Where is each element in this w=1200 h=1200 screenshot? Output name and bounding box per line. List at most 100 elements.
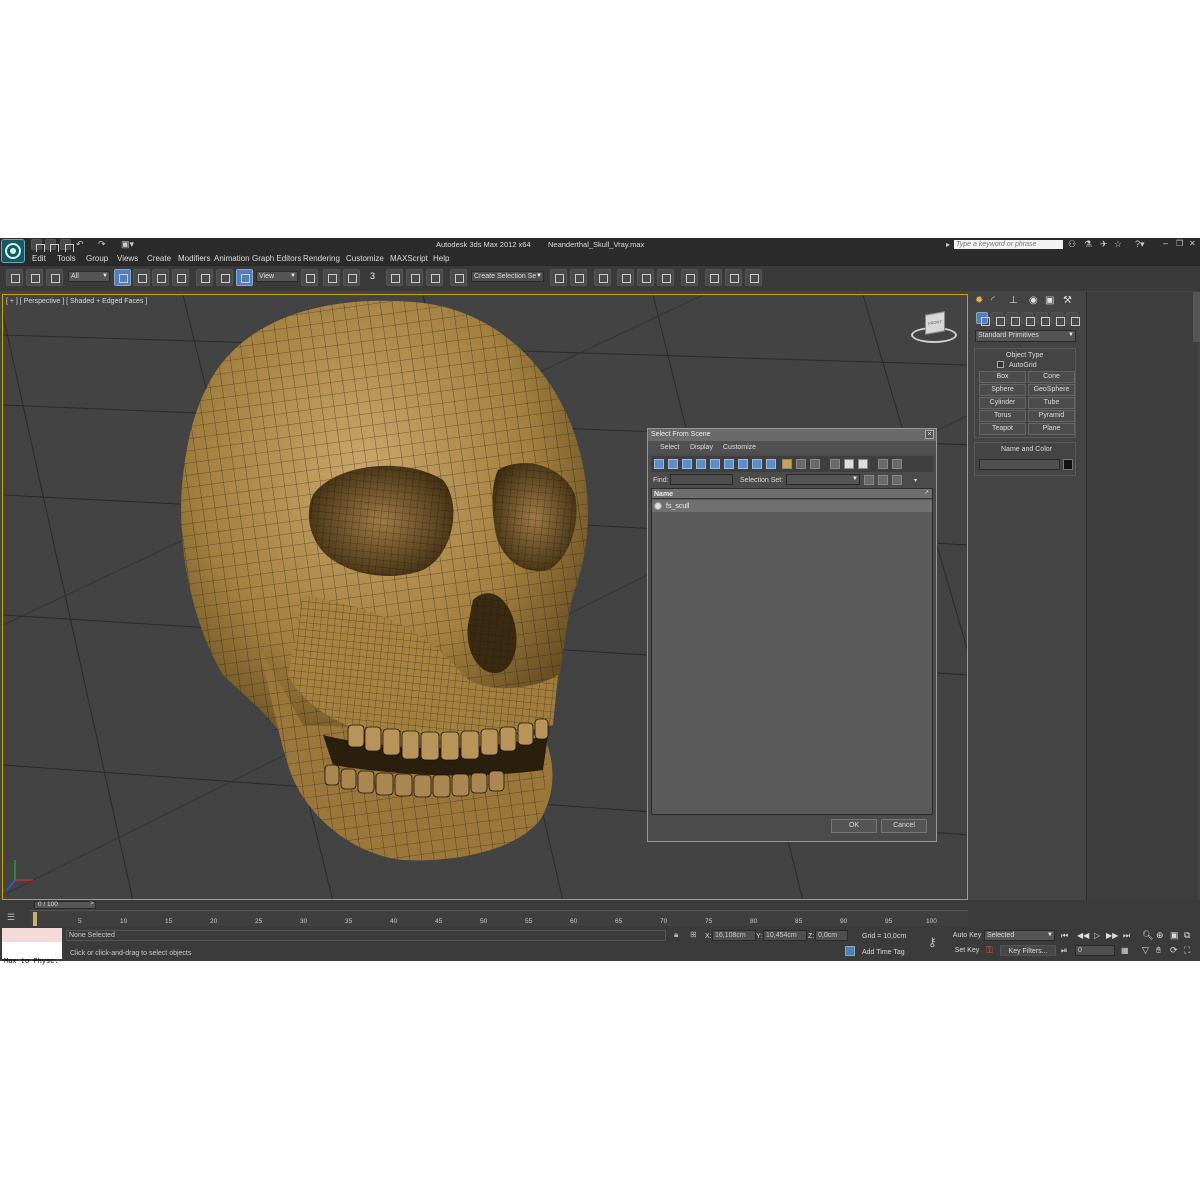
rendered-frame-window-icon[interactable] (725, 269, 742, 286)
torus-button[interactable]: Torus (979, 410, 1026, 422)
panel-scrollbar[interactable] (1193, 292, 1200, 342)
lights-icon[interactable] (1006, 312, 1020, 326)
space-warps-icon[interactable] (1051, 312, 1065, 326)
create-tab-icon[interactable]: ✹ (975, 296, 983, 306)
mini-curve-editor-icon[interactable]: ☰ (7, 913, 15, 922)
object-name-field[interactable] (979, 459, 1060, 470)
select-none-icon[interactable] (844, 459, 854, 469)
help-icon[interactable]: ?▾ (1135, 240, 1145, 249)
find-input[interactable] (670, 474, 733, 485)
tube-button[interactable]: Tube (1028, 397, 1075, 409)
selection-lock-icon[interactable]: 🔒︎ (674, 931, 678, 939)
menu-views[interactable]: Views (117, 255, 138, 263)
keyboard-shortcut-icon[interactable] (343, 269, 360, 286)
material-editor-icon[interactable] (681, 269, 698, 286)
category-dropdown[interactable]: Standard Primitives (975, 330, 1076, 342)
communication-icon[interactable]: ✈ (1100, 240, 1108, 249)
current-frame-marker[interactable] (33, 912, 37, 926)
selection-filter-dropdown[interactable]: All (68, 271, 110, 282)
select-invert-icon[interactable] (858, 459, 868, 469)
rectangular-region-icon[interactable] (152, 269, 169, 286)
filter-icon[interactable] (878, 459, 888, 469)
undo-icon[interactable]: ↶ (76, 240, 84, 249)
reference-coord-dropdown[interactable]: View (256, 271, 298, 282)
display-none-icon[interactable] (796, 459, 806, 469)
subscription-icon[interactable]: ⚗ (1084, 240, 1092, 249)
go-to-start-icon[interactable]: ⏮ (1061, 932, 1068, 940)
menu-graph-editors[interactable]: Graph Editors (252, 255, 301, 263)
link-icon[interactable] (6, 269, 23, 286)
display-invert-icon[interactable] (810, 459, 820, 469)
display-geometry-icon[interactable] (654, 459, 664, 469)
key-mode-toggle-icon[interactable]: ⏯ (1061, 947, 1067, 955)
binoculars-icon[interactable]: ⚇ (1068, 240, 1076, 249)
next-frame-icon[interactable]: ▶▶ (1106, 932, 1118, 940)
track-bar[interactable]: 5 10 15 20 25 30 35 40 45 50 55 60 65 70… (30, 910, 968, 926)
select-all-icon[interactable] (830, 459, 840, 469)
edit-named-selection-icon[interactable] (450, 269, 467, 286)
dialog-menu-display[interactable]: Display (690, 444, 713, 451)
set-key-mode-icon[interactable]: ⚷ (928, 936, 937, 948)
dialog-close-icon[interactable]: × (925, 430, 934, 439)
maxscript-listener[interactable]: Max to Physc. (2, 928, 62, 966)
minimize-icon[interactable]: – (1163, 239, 1168, 248)
object-type-title[interactable]: Object Type (1006, 352, 1043, 359)
schematic-view-icon[interactable] (657, 269, 674, 286)
dialog-menu-customize[interactable]: Customize (723, 444, 756, 451)
ok-button[interactable]: OK (831, 819, 877, 833)
menu-edit[interactable]: Edit (32, 255, 46, 263)
percent-snap-icon[interactable] (406, 269, 423, 286)
bind-space-warp-icon[interactable] (46, 269, 63, 286)
zoom-extents-icon[interactable]: ▣ (1170, 931, 1179, 940)
shapes-icon[interactable] (991, 312, 1005, 326)
hierarchy-tab-icon[interactable]: ⊥ (1009, 296, 1018, 306)
display-all-icon[interactable] (782, 459, 792, 469)
selection-set-add-icon[interactable] (864, 475, 874, 485)
selection-set-edit-icon[interactable] (892, 475, 902, 485)
save-file-icon[interactable] (60, 239, 74, 253)
zoom-icon[interactable]: 🔍︎ (1142, 931, 1153, 940)
time-slider-next-icon[interactable]: > (90, 900, 94, 908)
geosphere-button[interactable]: GeoSphere (1028, 384, 1075, 396)
project-folder-icon[interactable]: ▣▾ (121, 240, 134, 249)
name-color-title[interactable]: Name and Color (1001, 446, 1052, 453)
pivot-center-icon[interactable] (301, 269, 318, 286)
graphite-toggle-icon[interactable] (617, 269, 634, 286)
select-manipulate-icon[interactable] (323, 269, 340, 286)
modify-tab-icon[interactable]: ◜ (991, 296, 995, 306)
box-button[interactable]: Box (979, 371, 1026, 383)
previous-frame-icon[interactable]: ◀◀ (1077, 932, 1089, 940)
set-key-button[interactable]: Set Key (951, 945, 983, 956)
cameras-icon[interactable] (1021, 312, 1035, 326)
redo-icon[interactable]: ↷ (98, 240, 106, 249)
display-cameras-icon[interactable] (696, 459, 706, 469)
cancel-button[interactable]: Cancel (881, 819, 927, 833)
field-of-view-icon[interactable]: ▽ (1142, 946, 1149, 955)
menu-rendering[interactable]: Rendering (303, 255, 340, 263)
display-space-warps-icon[interactable] (724, 459, 734, 469)
favorites-icon[interactable]: ☆ (1114, 240, 1122, 249)
viewport-label[interactable]: [ + ] [ Perspective ] [ Shaded + Edged F… (6, 298, 147, 305)
render-production-icon[interactable] (745, 269, 762, 286)
mirror-icon[interactable] (550, 269, 567, 286)
select-object-icon[interactable] (114, 269, 131, 286)
sphere-button[interactable]: Sphere (979, 384, 1026, 396)
menu-tools[interactable]: Tools (57, 255, 76, 263)
key-icon[interactable]: ⚿ (986, 946, 993, 955)
app-logo-icon[interactable] (1, 239, 25, 263)
viewcube[interactable]: FRONT (911, 311, 959, 347)
display-shapes-icon[interactable] (668, 459, 678, 469)
scale-icon[interactable] (236, 269, 253, 286)
restore-icon[interactable]: ❐ (1176, 240, 1183, 248)
spinner-snap-icon[interactable] (426, 269, 443, 286)
toolbar-overflow-icon[interactable]: ▾ (914, 478, 917, 484)
list-item[interactable]: fs_scull (652, 500, 932, 512)
pyramid-button[interactable]: Pyramid (1028, 410, 1075, 422)
add-time-tag-icon[interactable] (845, 946, 855, 956)
play-icon[interactable]: ▷ (1094, 932, 1100, 940)
key-mode-dropdown[interactable]: Selected (984, 930, 1055, 941)
menu-modifiers[interactable]: Modifiers (178, 255, 210, 263)
new-file-icon[interactable] (31, 239, 45, 253)
cone-button[interactable]: Cone (1028, 371, 1075, 383)
systems-icon[interactable] (1066, 312, 1080, 326)
